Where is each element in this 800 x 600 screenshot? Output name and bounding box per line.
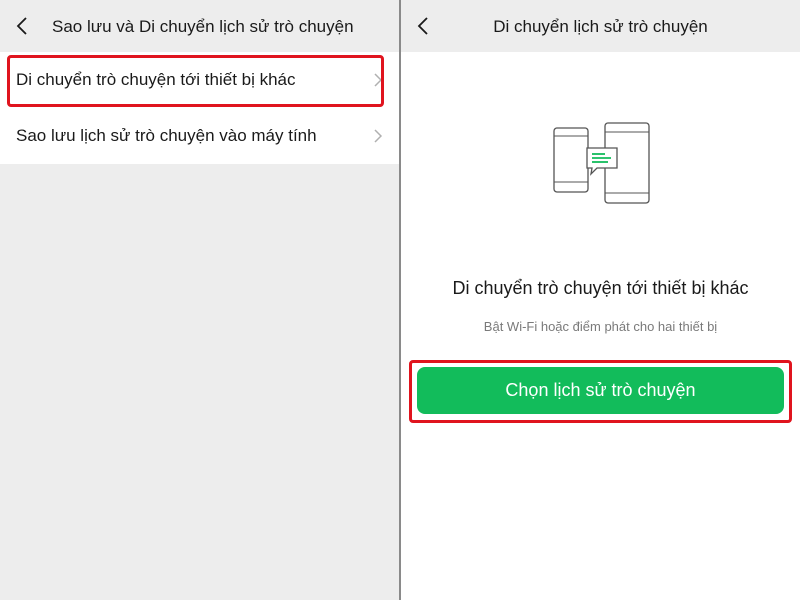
chevron-right-icon [374, 129, 383, 143]
settings-list: Di chuyển trò chuyện tới thiết bị khác S… [0, 52, 399, 164]
list-item-label: Sao lưu lịch sử trò chuyện vào máy tính [16, 126, 317, 145]
transfer-heading: Di chuyển trò chuyện tới thiết bị khác [452, 278, 749, 298]
right-screen: Di chuyển lịch sử trò chuyện Di chuyển t… [401, 0, 800, 600]
chevron-left-icon [16, 17, 27, 35]
two-phones-transfer-icon [553, 122, 650, 204]
transfer-content: Di chuyển trò chuyện tới thiết bị khác B… [401, 52, 800, 600]
left-page-title: Sao lưu và Di chuyển lịch sử trò chuyện [52, 17, 354, 36]
list-item-move-chats[interactable]: Di chuyển trò chuyện tới thiết bị khác [0, 52, 399, 108]
right-page-title: Di chuyển lịch sử trò chuyện [493, 17, 708, 36]
transfer-hint: Bật Wi-Fi hoặc điểm phát cho hai thiết b… [483, 319, 718, 334]
left-back-button[interactable] [10, 14, 34, 38]
select-chat-history-button[interactable]: Chọn lịch sử trò chuyện [417, 367, 784, 414]
list-item-backup-to-pc[interactable]: Sao lưu lịch sử trò chuyện vào máy tính [0, 108, 399, 164]
left-screen: Sao lưu và Di chuyển lịch sử trò chuyện … [0, 0, 399, 600]
chevron-right-icon [374, 73, 383, 87]
right-top-bar: Di chuyển lịch sử trò chuyện [401, 0, 800, 52]
left-top-bar: Sao lưu và Di chuyển lịch sử trò chuyện [0, 0, 399, 52]
list-item-label: Di chuyển trò chuyện tới thiết bị khác [16, 70, 296, 89]
